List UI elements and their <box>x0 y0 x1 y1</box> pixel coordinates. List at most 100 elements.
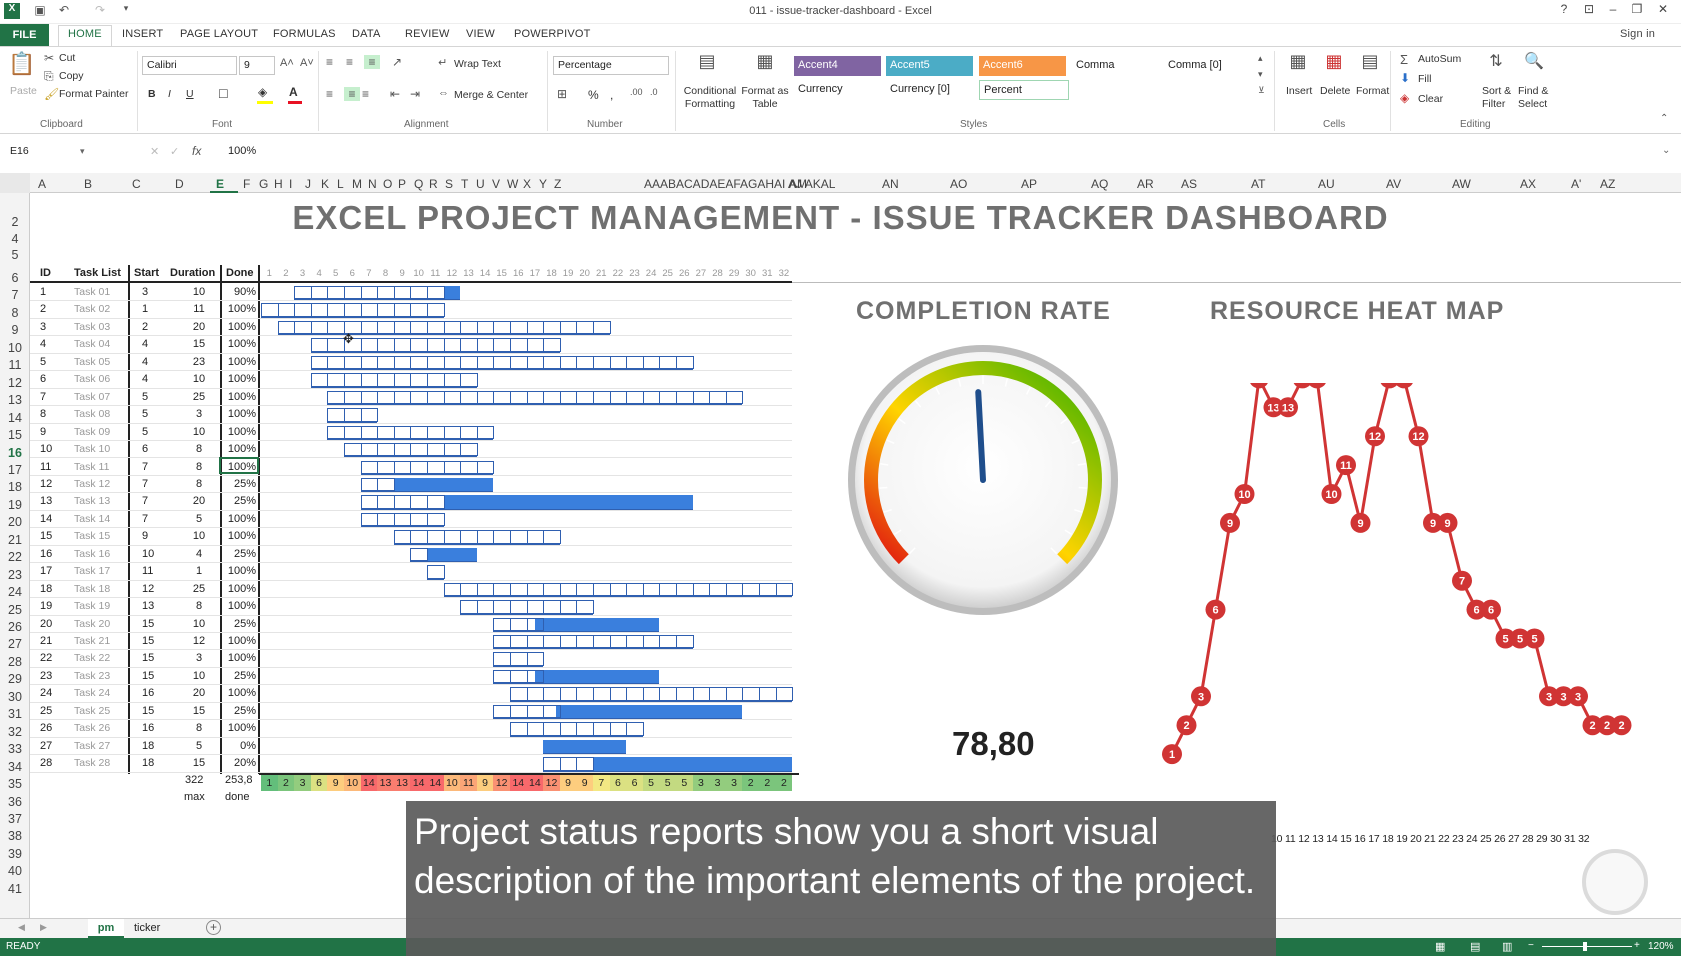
tab-powerpivot[interactable]: POWERPIVOT <box>514 28 591 40</box>
grow-font-icon[interactable]: A˄ <box>280 57 294 69</box>
sheet-tab-ticker[interactable]: ticker <box>134 922 160 934</box>
column-header[interactable]: S <box>445 177 453 191</box>
tab-formulas[interactable]: FORMULAS <box>273 28 336 40</box>
table-row[interactable]: 21 Task 21 15 12 100% <box>30 633 792 651</box>
align-top-icon[interactable]: ≡ <box>326 55 333 69</box>
tab-home[interactable]: HOME <box>58 25 112 46</box>
row-header[interactable]: 12 <box>0 376 30 390</box>
column-header[interactable]: B <box>84 177 92 191</box>
column-header[interactable]: AT <box>1251 177 1265 191</box>
table-row[interactable]: 12 Task 12 7 8 25% <box>30 476 792 494</box>
clear-button[interactable]: Clear <box>1418 93 1443 105</box>
column-header[interactable]: Y <box>539 177 547 191</box>
name-box[interactable]: E16 <box>6 143 90 162</box>
formula-input[interactable]: 100% <box>228 145 256 157</box>
row-header[interactable]: 15 <box>0 428 30 442</box>
row-header[interactable]: 8 <box>0 306 30 320</box>
italic-button[interactable]: I <box>168 88 171 100</box>
column-header[interactable]: AS <box>1181 177 1197 191</box>
align-right-icon[interactable]: ≡ <box>362 87 369 101</box>
column-header[interactable]: AQ <box>1091 177 1108 191</box>
row-header[interactable]: 40 <box>0 864 30 878</box>
page-layout-view-icon[interactable]: ▤ <box>1470 940 1480 953</box>
row-header[interactable]: 32 <box>0 725 30 739</box>
column-header[interactable]: L <box>337 177 344 191</box>
row-header[interactable]: 16 <box>0 446 30 460</box>
column-header[interactable]: T <box>461 177 468 191</box>
tab-view[interactable]: VIEW <box>466 28 495 40</box>
row-header[interactable]: 35 <box>0 777 30 791</box>
insert-function-button[interactable]: fx <box>192 144 201 158</box>
normal-view-icon[interactable]: ▦ <box>1435 940 1445 953</box>
column-header[interactable]: J <box>305 177 311 191</box>
styles-more-icon[interactable]: ⊻ <box>1258 85 1265 96</box>
enter-icon[interactable]: ✓ <box>170 145 179 158</box>
find-select-button[interactable]: Find & Select <box>1518 85 1554 111</box>
style-accent4[interactable]: Accent4 <box>794 56 881 76</box>
style-accent6[interactable]: Accent6 <box>979 56 1066 76</box>
cut-button[interactable]: Cut <box>59 52 75 64</box>
table-row[interactable]: 3 Task 03 2 20 100% <box>30 319 792 337</box>
table-row[interactable]: 16 Task 16 10 4 25% <box>30 546 792 564</box>
table-row[interactable]: 6 Task 06 4 10 100% <box>30 371 792 389</box>
column-header[interactable]: AN <box>882 177 899 191</box>
wrap-text-button[interactable]: Wrap Text <box>454 58 501 70</box>
table-row[interactable]: 22 Task 22 15 3 100% <box>30 650 792 668</box>
table-row[interactable]: 4 Task 04 4 15 100% <box>30 336 792 354</box>
column-header[interactable]: AZ <box>1600 177 1615 191</box>
row-header[interactable]: 2 <box>0 215 30 229</box>
select-all-button[interactable] <box>0 173 30 193</box>
row-header[interactable]: 23 <box>0 568 30 582</box>
row-header[interactable]: 29 <box>0 672 30 686</box>
column-header[interactable]: Z <box>554 177 561 191</box>
paste-button[interactable]: Paste <box>10 85 37 97</box>
number-format-select[interactable]: Percentage <box>553 56 669 75</box>
merge-center-button[interactable]: Merge & Center <box>454 89 528 101</box>
increase-decimal-icon[interactable]: .00 <box>630 87 643 97</box>
row-header[interactable]: 37 <box>0 812 30 826</box>
column-header[interactable]: A' <box>1571 177 1581 191</box>
style-percent[interactable]: Percent <box>979 80 1069 100</box>
table-row[interactable]: 18 Task 18 12 25 100% <box>30 581 792 599</box>
align-center-icon[interactable]: ≡ <box>344 87 360 101</box>
collapse-ribbon-icon[interactable]: ⌃ <box>1660 113 1668 124</box>
sign-in-link[interactable]: Sign in <box>1620 28 1655 40</box>
insert-cells-button[interactable]: Insert <box>1286 85 1312 97</box>
table-row[interactable]: 2 Task 02 1 11 100% <box>30 301 792 319</box>
row-header[interactable]: 28 <box>0 655 30 669</box>
column-header[interactable]: AW <box>1452 177 1471 191</box>
prev-sheet-icon[interactable]: ◀ <box>18 922 25 933</box>
font-name-select[interactable]: Calibri <box>142 56 237 75</box>
tab-file[interactable]: FILE <box>0 24 49 46</box>
tab-insert[interactable]: INSERT <box>122 28 163 40</box>
next-sheet-icon[interactable]: ▶ <box>40 922 47 933</box>
row-header[interactable]: 33 <box>0 742 30 756</box>
tab-page-layout[interactable]: PAGE LAYOUT <box>180 28 258 40</box>
format-painter-button[interactable]: Format Painter <box>59 88 128 100</box>
format-cells-button[interactable]: Format <box>1356 85 1389 97</box>
column-header[interactable]: I <box>289 177 292 191</box>
row-header[interactable]: 13 <box>0 393 30 407</box>
paste-icon[interactable]: 📋 <box>8 51 36 85</box>
table-row[interactable]: 26 Task 26 16 8 100% <box>30 720 792 738</box>
styles-scroll-down-icon[interactable]: ▾ <box>1258 69 1263 80</box>
expand-formula-icon[interactable]: ⌄ <box>1662 145 1670 156</box>
row-header[interactable]: 10 <box>0 341 30 355</box>
style-currency[interactable]: Currency <box>794 80 881 100</box>
table-row[interactable]: 27 Task 27 18 5 0% <box>30 738 792 756</box>
table-row[interactable]: 17 Task 17 11 1 100% <box>30 563 792 581</box>
add-sheet-icon[interactable]: + <box>206 920 221 935</box>
row-header[interactable]: 4 <box>0 232 30 246</box>
autosum-button[interactable]: AutoSum <box>1418 53 1461 65</box>
column-header[interactable]: AX <box>1520 177 1536 191</box>
row-header[interactable]: 19 <box>0 498 30 512</box>
style-accent5[interactable]: Accent5 <box>886 56 973 76</box>
column-header[interactable]: C <box>132 177 141 191</box>
row-header[interactable]: 41 <box>0 882 30 896</box>
table-row[interactable]: 9 Task 09 5 10 100% <box>30 424 792 442</box>
column-header[interactable]: AR <box>1137 177 1154 191</box>
column-header[interactable]: P <box>398 177 406 191</box>
table-row[interactable]: 5 Task 05 4 23 100% <box>30 354 792 372</box>
styles-scroll-up-icon[interactable]: ▴ <box>1258 53 1263 64</box>
close-icon[interactable]: ✕ <box>1652 2 1674 20</box>
